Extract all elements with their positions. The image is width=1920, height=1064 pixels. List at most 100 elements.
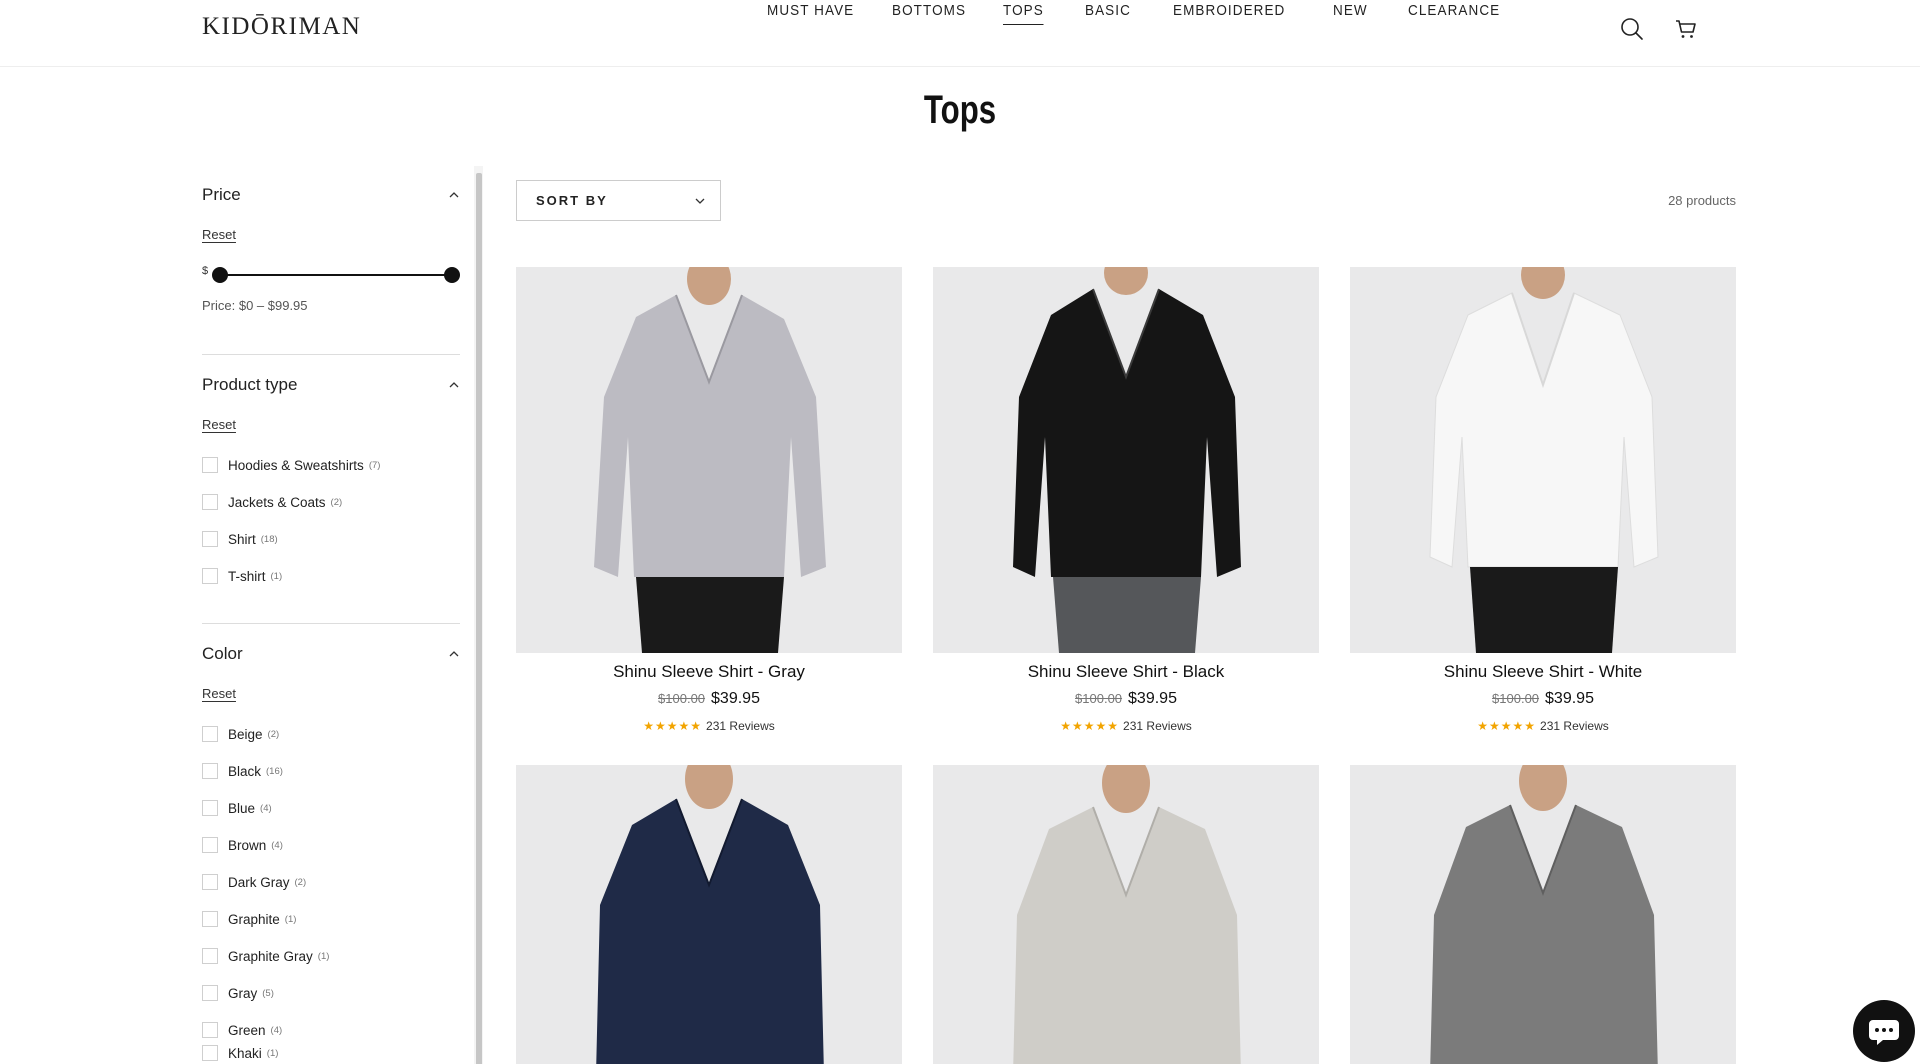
chevron-up-icon[interactable] (448, 189, 460, 201)
product-image[interactable] (933, 267, 1319, 653)
chevron-up-icon[interactable] (448, 648, 460, 660)
checkbox[interactable] (202, 837, 218, 853)
checkbox[interactable] (202, 457, 218, 473)
price-max-handle[interactable] (444, 267, 460, 283)
review-count: 231 Reviews (1540, 719, 1609, 733)
price-range-track[interactable] (220, 274, 458, 276)
sidebar-scrollbar-thumb[interactable] (476, 173, 482, 1064)
option-count: (1) (284, 913, 297, 925)
option-label: T-shirt (228, 568, 266, 584)
option-label: Beige (228, 726, 263, 742)
sort-by-dropdown[interactable]: SORT BY (516, 180, 721, 221)
product-name[interactable]: Shinu Sleeve Shirt - Gray (516, 662, 902, 682)
filter-price-title: Price (202, 185, 241, 204)
filter-option-tshirt[interactable]: T-shirt (1) (202, 566, 282, 586)
filter-option-graphite-gray[interactable]: Graphite Gray (1) (202, 946, 329, 966)
filter-option-brown[interactable]: Brown (4) (202, 835, 283, 855)
option-label: Green (228, 1022, 266, 1038)
option-label: Jackets & Coats (228, 494, 326, 510)
filter-option-graphite[interactable]: Graphite (1) (202, 909, 296, 929)
option-count: (18) (260, 533, 278, 545)
checkbox[interactable] (202, 800, 218, 816)
filter-option-dark-gray[interactable]: Dark Gray (2) (202, 872, 306, 892)
filter-color-reset[interactable]: Reset (202, 686, 236, 701)
review-count: 231 Reviews (1123, 719, 1192, 733)
filter-price-reset[interactable]: Reset (202, 227, 236, 242)
filter-option-khaki[interactable]: Khaki (1) (202, 1043, 278, 1063)
checkbox[interactable] (202, 1022, 218, 1038)
product-image[interactable] (1350, 765, 1736, 1064)
product-name[interactable]: Shinu Sleeve Shirt - White (1350, 662, 1736, 682)
option-label: Blue (228, 800, 256, 816)
checkbox[interactable] (202, 874, 218, 890)
product-rating[interactable]: ★★★★★ 231 Reviews (1350, 719, 1736, 733)
price-min-handle[interactable] (212, 267, 228, 283)
filter-option-blue[interactable]: Blue (4) (202, 798, 272, 818)
cart-icon[interactable] (1673, 16, 1699, 42)
sale-price: $39.95 (711, 690, 760, 707)
filter-divider (202, 623, 460, 624)
checkbox[interactable] (202, 911, 218, 927)
price-range-slider[interactable]: $ (202, 265, 460, 285)
checkbox[interactable] (202, 948, 218, 964)
chat-icon (1869, 1020, 1899, 1045)
checkbox[interactable] (202, 494, 218, 510)
filter-option-gray[interactable]: Gray (5) (202, 983, 274, 1003)
product-rating[interactable]: ★★★★★ 231 Reviews (933, 719, 1319, 733)
filter-sidebar: Price Reset $ Price: $0 – $99.95 Product… (202, 170, 460, 1064)
product-photo (1350, 267, 1736, 653)
filter-product-type-title: Product type (202, 375, 298, 394)
checkbox[interactable] (202, 1045, 218, 1061)
option-label: Hoodies & Sweatshirts (228, 457, 364, 473)
filter-option-hoodies[interactable]: Hoodies & Sweatshirts (7) (202, 455, 380, 475)
option-label: Brown (228, 837, 267, 853)
product-photo (933, 267, 1319, 653)
chat-button[interactable] (1853, 1000, 1915, 1062)
filter-price-header[interactable]: Price (202, 183, 460, 207)
nav-basic[interactable]: BASIC (1085, 0, 1131, 22)
option-count: (4) (271, 839, 283, 851)
compare-price: $100.00 (658, 691, 706, 706)
option-count: (16) (266, 765, 283, 777)
nav-must-have[interactable]: MUST HAVE (767, 0, 854, 22)
option-count: (1) (266, 1047, 279, 1059)
nav-clearance[interactable]: CLEARANCE (1408, 0, 1500, 22)
nav-embroidered[interactable]: EMBROIDERED (1173, 0, 1285, 22)
checkbox[interactable] (202, 531, 218, 547)
site-header: KIDŌRIMAN MUST HAVE BOTTOMS TOPS BASIC E… (0, 0, 1920, 67)
filter-color-header[interactable]: Color (202, 642, 460, 666)
filter-option-green[interactable]: Green (4) (202, 1020, 282, 1040)
checkbox[interactable] (202, 985, 218, 1001)
product-image[interactable] (933, 765, 1319, 1064)
checkbox[interactable] (202, 568, 218, 584)
nav-tops[interactable]: TOPS (1003, 0, 1044, 25)
filter-option-jackets[interactable]: Jackets & Coats (2) (202, 492, 342, 512)
product-image[interactable] (516, 765, 902, 1064)
chevron-up-icon[interactable] (448, 379, 460, 391)
option-count: (2) (294, 876, 307, 888)
option-count: (1) (317, 950, 330, 962)
page-title: Tops (923, 88, 997, 132)
filter-option-black[interactable]: Black (16) (202, 761, 283, 781)
product-prices: $100.00 $39.95 (1350, 690, 1736, 708)
brand-logo[interactable]: KIDŌRIMAN (202, 12, 361, 42)
filter-product-type-header[interactable]: Product type (202, 373, 460, 397)
checkbox[interactable] (202, 726, 218, 742)
option-label: Khaki (228, 1045, 262, 1061)
search-icon[interactable] (1619, 16, 1645, 42)
checkbox[interactable] (202, 763, 218, 779)
nav-new[interactable]: NEW (1333, 0, 1368, 22)
product-rating[interactable]: ★★★★★ 231 Reviews (516, 719, 902, 733)
option-label: Shirt (228, 531, 256, 547)
product-image[interactable] (516, 267, 902, 653)
filter-option-beige[interactable]: Beige (2) (202, 724, 279, 744)
product-name[interactable]: Shinu Sleeve Shirt - Black (933, 662, 1319, 682)
sale-price: $39.95 (1128, 690, 1177, 707)
product-prices: $100.00 $39.95 (933, 690, 1319, 708)
option-count: (4) (270, 1024, 283, 1036)
filter-product-type-reset[interactable]: Reset (202, 417, 236, 432)
price-range-label: Price: $0 – $99.95 (202, 298, 308, 313)
product-image[interactable] (1350, 267, 1736, 653)
filter-option-shirt[interactable]: Shirt (18) (202, 529, 278, 549)
nav-bottoms[interactable]: BOTTOMS (892, 0, 966, 22)
